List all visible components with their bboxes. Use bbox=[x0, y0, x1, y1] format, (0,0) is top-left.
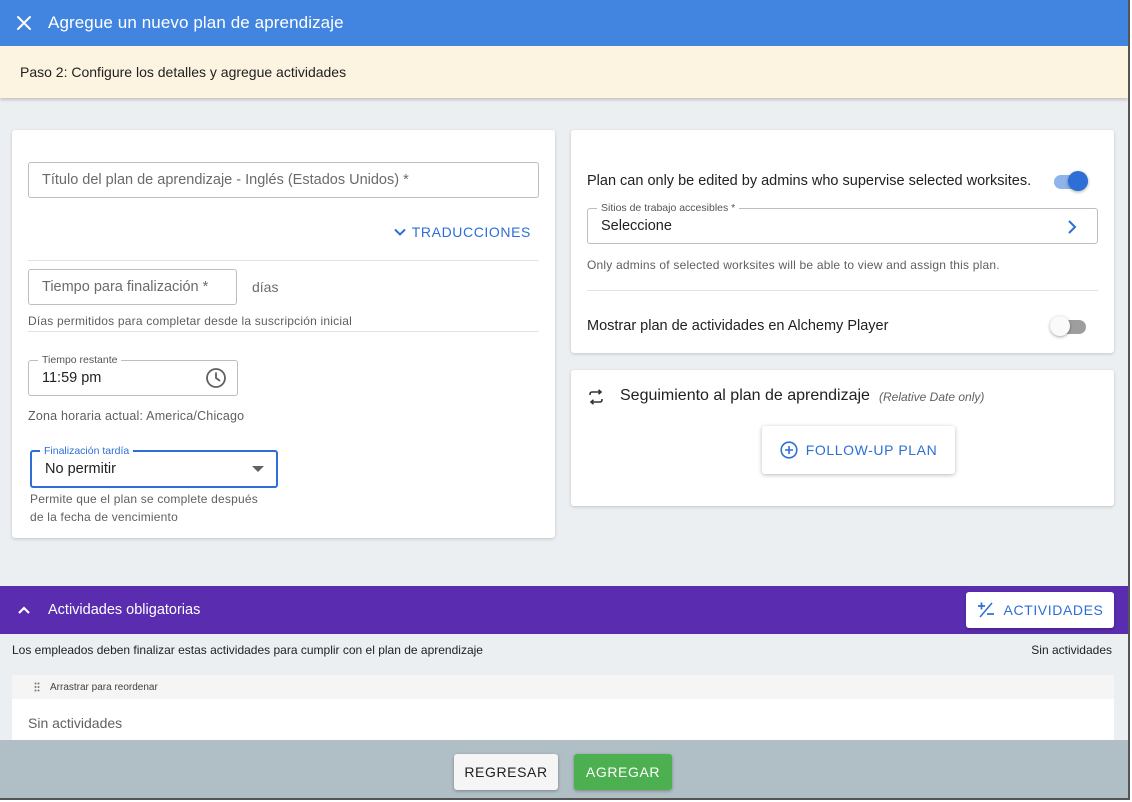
show-in-player-label: Mostrar plan de actividades en Alchemy P… bbox=[587, 318, 889, 334]
plan-title-input[interactable]: Título del plan de aprendizaje - Inglés … bbox=[28, 162, 539, 198]
followup-plan-button[interactable]: FOLLOW-UP PLAN bbox=[762, 426, 955, 474]
late-completion-helper-line: de la fecha de vencimiento bbox=[30, 510, 178, 524]
edit-restriction-label: Plan can only be edited by admins who su… bbox=[587, 173, 1032, 189]
translations-toggle[interactable]: TRADUCCIONES bbox=[393, 224, 531, 240]
divider bbox=[587, 290, 1098, 291]
worksites-label: Sitios de trabajo accesibles * bbox=[597, 202, 740, 214]
drag-handle-icon bbox=[34, 682, 40, 692]
completion-helper: Días permitidos para completar desde la … bbox=[28, 314, 352, 328]
time-remaining-input[interactable]: Tiempo restante 11:59 pm bbox=[28, 354, 238, 396]
late-completion-value: No permitir bbox=[45, 461, 116, 477]
empty-activities-text: Sin actividades bbox=[28, 715, 123, 731]
back-label: REGRESAR bbox=[464, 764, 548, 780]
drag-hint-row: Arrastrar para reordenar bbox=[12, 675, 1114, 699]
followup-plan-label: FOLLOW-UP PLAN bbox=[805, 442, 938, 458]
time-remaining-label: Tiempo restante bbox=[38, 354, 122, 366]
permissions-card: Plan can only be edited by admins who su… bbox=[571, 130, 1114, 353]
timezone-text: Zona horaria actual: America/Chicago bbox=[28, 409, 245, 423]
add-circle-icon bbox=[780, 441, 798, 459]
late-completion-select[interactable]: Finalización tardía No permitir bbox=[30, 445, 278, 488]
back-button[interactable]: REGRESAR bbox=[454, 754, 558, 790]
clock-icon[interactable] bbox=[205, 367, 227, 389]
followup-subtitle: (Relative Date only) bbox=[879, 390, 985, 404]
followup-card: Seguimiento al plan de aprendizaje (Rela… bbox=[571, 370, 1114, 506]
close-button[interactable] bbox=[0, 0, 48, 46]
worksites-select[interactable]: Sitios de trabajo accesibles * Seleccion… bbox=[587, 202, 1098, 244]
activities-count: Sin actividades bbox=[1031, 643, 1112, 657]
dialog: Agregue un nuevo plan de aprendizaje Pas… bbox=[0, 0, 1130, 800]
late-completion-helper-line: Permite que el plan se complete después bbox=[30, 492, 258, 506]
worksites-value: Seleccione bbox=[601, 218, 672, 234]
footer-bar: REGRESAR AGREGAR bbox=[0, 740, 1128, 798]
activities-title: Actividades obligatorias bbox=[48, 602, 201, 618]
plan-title-placeholder: Título del plan de aprendizaje - Inglés … bbox=[42, 172, 409, 188]
add-button[interactable]: AGREGAR bbox=[574, 754, 672, 790]
completion-time-placeholder: Tiempo para finalización * bbox=[42, 279, 209, 295]
dropdown-arrow-icon bbox=[252, 466, 264, 472]
activities-header: Actividades obligatorias ACTIVIDADES bbox=[0, 586, 1128, 634]
plus-minus-icon bbox=[977, 602, 994, 618]
days-unit: días bbox=[252, 279, 279, 295]
collapse-button[interactable] bbox=[0, 586, 48, 634]
activities-list: Arrastrar para reordenar Sin actividades bbox=[12, 675, 1114, 745]
add-label: AGREGAR bbox=[585, 764, 661, 780]
late-completion-helper: Permite que el plan se complete después … bbox=[30, 490, 258, 526]
translations-label: TRADUCCIONES bbox=[411, 224, 531, 240]
followup-title: Seguimiento al plan de aprendizaje bbox=[620, 387, 870, 404]
chevron-right-icon bbox=[1068, 220, 1077, 234]
worksites-helper: Only admins of selected worksites will b… bbox=[587, 258, 1000, 272]
header-bar: Agregue un nuevo plan de aprendizaje bbox=[0, 0, 1128, 46]
chevron-up-icon bbox=[18, 606, 30, 614]
show-in-player-toggle[interactable] bbox=[1050, 315, 1086, 337]
divider bbox=[28, 331, 539, 332]
drag-hint-text: Arrastrar para reordenar bbox=[50, 681, 158, 693]
chevron-down-icon bbox=[394, 228, 406, 236]
page-title: Agregue un nuevo plan de aprendizaje bbox=[48, 13, 344, 32]
activities-description: Los empleados deben finalizar estas acti… bbox=[12, 643, 483, 657]
close-icon bbox=[17, 16, 31, 30]
late-completion-label: Finalización tardía bbox=[40, 445, 134, 457]
details-card: Título del plan de aprendizaje - Inglés … bbox=[12, 130, 555, 538]
add-activities-button[interactable]: ACTIVIDADES bbox=[966, 592, 1114, 628]
divider bbox=[28, 260, 539, 261]
step-banner: Paso 2: Configure los detalles y agregue… bbox=[0, 46, 1128, 98]
edit-restriction-toggle[interactable] bbox=[1052, 170, 1088, 192]
completion-time-input[interactable]: Tiempo para finalización * bbox=[28, 269, 237, 305]
time-remaining-value: 11:59 pm bbox=[42, 370, 102, 386]
add-activities-label: ACTIVIDADES bbox=[1003, 602, 1104, 618]
step-text: Paso 2: Configure los detalles y agregue… bbox=[20, 64, 347, 80]
repeat-icon bbox=[589, 389, 603, 405]
